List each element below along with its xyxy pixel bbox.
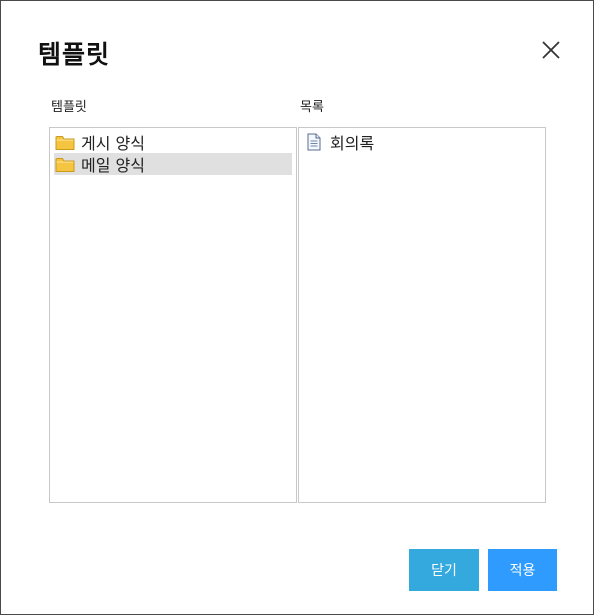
folder-icon bbox=[55, 156, 75, 173]
list-item-minutes[interactable]: 회의록 bbox=[303, 131, 541, 153]
apply-button[interactable]: 적용 bbox=[488, 549, 557, 591]
close-icon[interactable] bbox=[540, 39, 562, 61]
list-item-label: 회의록 bbox=[330, 134, 375, 153]
template-tree-pane: 게시 양식 메일 양식 bbox=[49, 127, 297, 503]
template-list-pane: 회의록 bbox=[298, 127, 546, 503]
tree-item-post-form[interactable]: 게시 양식 bbox=[54, 131, 292, 153]
folder-icon bbox=[55, 134, 75, 151]
dialog-title: 템플릿 bbox=[38, 40, 111, 69]
tree-item-mail-form[interactable]: 메일 양식 bbox=[54, 153, 292, 175]
templates-label: 템플릿 bbox=[51, 100, 87, 115]
close-button[interactable]: 닫기 bbox=[409, 549, 479, 591]
tree-item-label: 메일 양식 bbox=[81, 156, 145, 175]
tree-item-label: 게시 양식 bbox=[81, 134, 145, 153]
document-icon bbox=[304, 133, 324, 151]
template-dialog: 템플릿 템플릿 목록 게시 양식 메일 양식 회의록 닫기 적용 bbox=[0, 0, 594, 615]
list-label: 목록 bbox=[300, 100, 324, 115]
